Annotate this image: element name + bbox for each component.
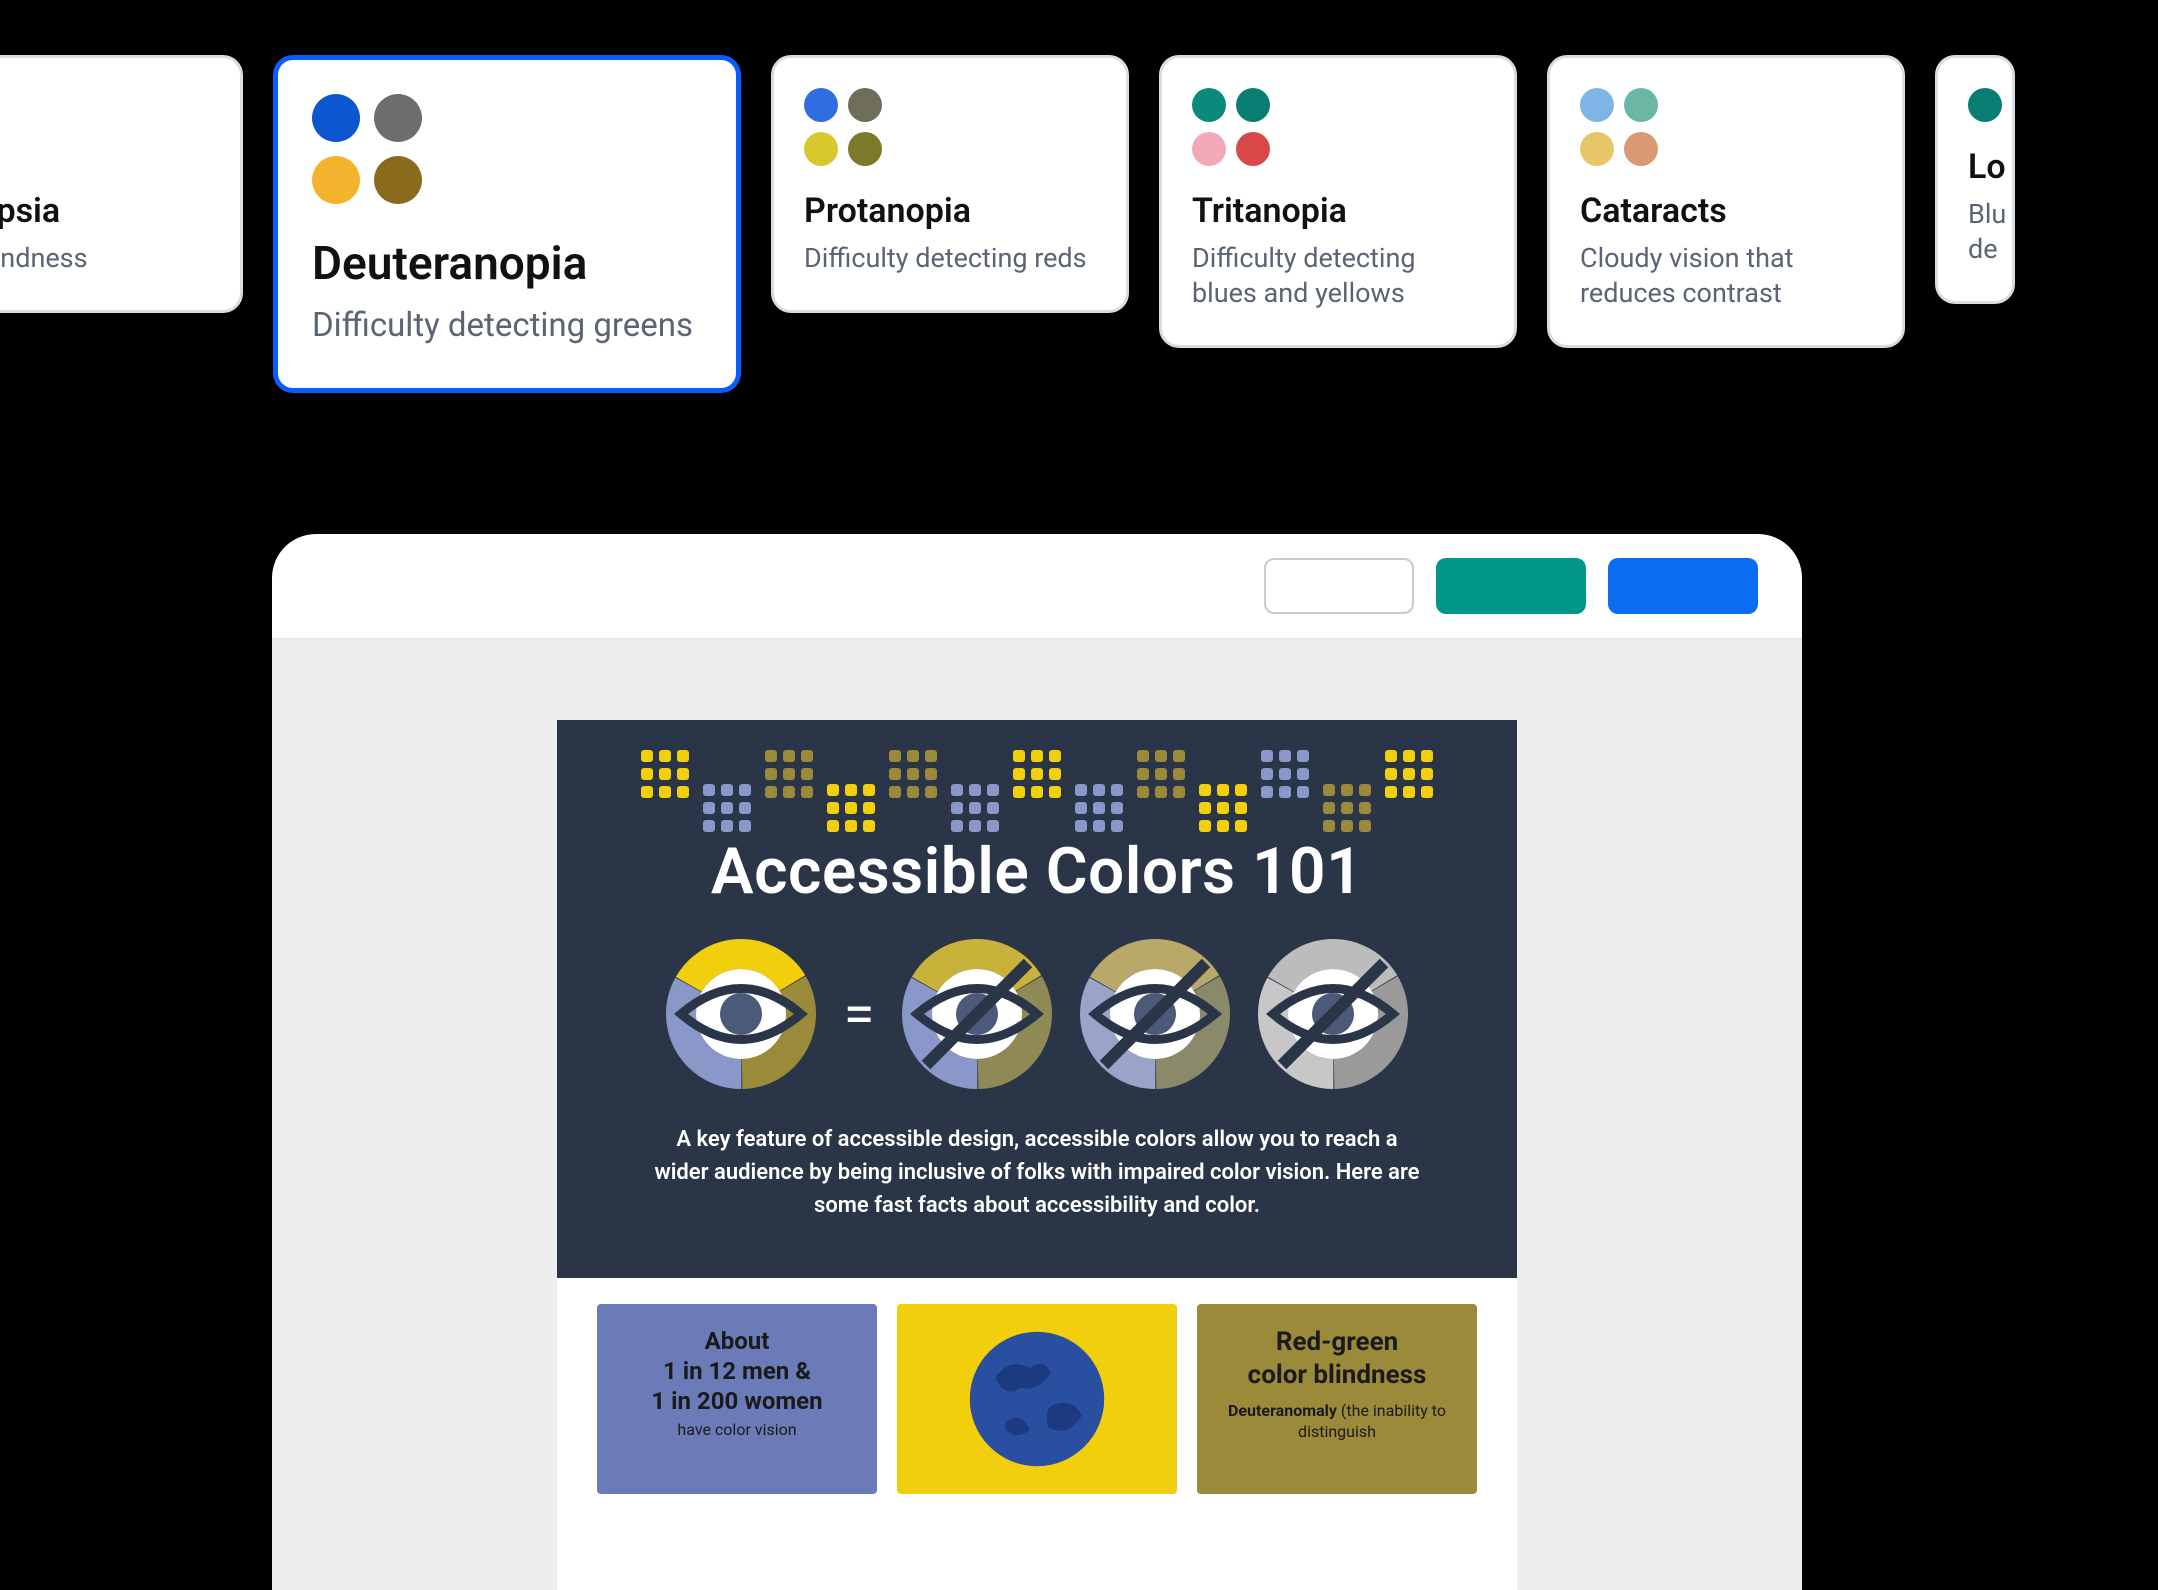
- color-ring: [902, 939, 1052, 1089]
- stat-sub: have color vision: [615, 1420, 859, 1439]
- swatch-dot: [374, 94, 422, 142]
- swatch-dot: [848, 88, 882, 122]
- preview-canvas[interactable]: Accessible Colors 101 =: [272, 640, 1802, 1590]
- filter-desc: Difficulty detecting blues and yellows: [1192, 241, 1484, 311]
- filter-desc: Difficulty detecting greens: [312, 305, 702, 348]
- globe-icon: [967, 1329, 1107, 1469]
- swatch-group: [312, 94, 424, 204]
- stat-line-2: 1 in 12 men &: [663, 1357, 811, 1385]
- filter-desc: Cloudy vision that reduces contrast: [1580, 241, 1872, 311]
- filter-card-cataracts[interactable]: Cataracts Cloudy vision that reduces con…: [1547, 55, 1905, 348]
- swatch-group: [804, 88, 884, 166]
- banner-block: [1075, 784, 1123, 832]
- vision-filter-strip: Achromatopsia omplete color ndness Deute…: [0, 55, 2015, 393]
- color-ring: [666, 939, 816, 1089]
- banner-block: [1261, 750, 1309, 798]
- eye-slash-icon: [1258, 939, 1408, 1089]
- toolbar-button-teal[interactable]: [1436, 558, 1586, 614]
- banner-block: [1137, 750, 1185, 798]
- filter-title: Deuteranopia: [312, 238, 702, 291]
- stat-line-3: 1 in 200 women: [651, 1387, 822, 1415]
- swatch-dot: [1968, 88, 2002, 122]
- banner-block: [889, 750, 937, 798]
- filter-card-lowvision[interactable]: Lo Blu de: [1935, 55, 2015, 304]
- eye-slash-icon: [1080, 939, 1230, 1089]
- filter-title: Cataracts: [1580, 192, 1872, 231]
- swatch-dot: [1236, 132, 1270, 166]
- tile-row: About 1 in 12 men & 1 in 200 women have …: [557, 1278, 1517, 1494]
- banner-block: [827, 784, 875, 832]
- banner-block: [765, 750, 813, 798]
- filter-title: Lo: [1968, 148, 2012, 187]
- eye-slash-icon: [902, 939, 1052, 1089]
- swatch-dot: [1192, 132, 1226, 166]
- filter-title: Tritanopia: [1192, 192, 1484, 231]
- filter-card-protanopia[interactable]: Protanopia Difficulty detecting reds: [771, 55, 1129, 313]
- infographic-title: Accessible Colors 101: [597, 834, 1477, 909]
- swatch-group: [1968, 88, 2015, 122]
- swatch-dot: [848, 132, 882, 166]
- filter-title: Protanopia: [804, 192, 1096, 231]
- swatch-dot: [374, 156, 422, 204]
- infographic-hero: Accessible Colors 101 =: [557, 720, 1517, 1278]
- swatch-dot: [1192, 88, 1226, 122]
- tile-redgreen: Red-green color blindness Deuteranomaly …: [1197, 1304, 1477, 1494]
- swatch-dot: [1624, 132, 1658, 166]
- toolbar-button-outline[interactable]: [1264, 558, 1414, 614]
- banner-block: [1323, 784, 1371, 832]
- swatch-dot: [804, 88, 838, 122]
- swatch-dot: [1580, 88, 1614, 122]
- banner-block: [1385, 750, 1433, 798]
- swatch-dot: [1236, 88, 1270, 122]
- filter-card-tritanopia[interactable]: Tritanopia Difficulty detecting blues an…: [1159, 55, 1517, 348]
- filter-desc: omplete color ndness: [0, 241, 210, 276]
- toolbar-button-blue[interactable]: [1608, 558, 1758, 614]
- color-ring: [1080, 939, 1230, 1089]
- swatch-dot: [312, 156, 360, 204]
- rg-body: Deuteranomaly (the inability to distingu…: [1215, 1401, 1459, 1443]
- filter-title: Achromatopsia: [0, 192, 210, 231]
- color-ring: [1258, 939, 1408, 1089]
- preview-toolbar: [272, 534, 1802, 640]
- stat-line-1: About: [705, 1327, 770, 1355]
- filter-desc: Difficulty detecting reds: [804, 241, 1096, 276]
- banner-block: [641, 750, 689, 798]
- infographic: Accessible Colors 101 =: [557, 720, 1517, 1590]
- swatch-dot: [312, 94, 360, 142]
- eye-icon: [666, 939, 816, 1089]
- swatch-group: [1580, 88, 1660, 166]
- dot-banner: [597, 750, 1477, 798]
- banner-block: [951, 784, 999, 832]
- banner-block: [703, 784, 751, 832]
- banner-block: [1199, 784, 1247, 832]
- infographic-intro: A key feature of accessible design, acce…: [647, 1123, 1427, 1222]
- swatch-group: [1192, 88, 1272, 166]
- filter-card-achromatopsia[interactable]: Achromatopsia omplete color ndness: [0, 55, 243, 313]
- swatch-dot: [804, 132, 838, 166]
- tile-globe: [897, 1304, 1177, 1494]
- tile-stat: About 1 in 12 men & 1 in 200 women have …: [597, 1304, 877, 1494]
- rg-line-2: color blindness: [1248, 1360, 1427, 1390]
- preview-window: Accessible Colors 101 =: [272, 534, 1802, 1590]
- banner-block: [1013, 750, 1061, 798]
- filter-desc: Blu de: [1968, 197, 2012, 267]
- ring-row: =: [597, 939, 1477, 1089]
- rg-line-1: Red-green: [1276, 1327, 1398, 1357]
- equals-icon: =: [844, 981, 875, 1047]
- swatch-dot: [1580, 132, 1614, 166]
- filter-card-deuteranopia[interactable]: Deuteranopia Difficulty detecting greens: [273, 55, 741, 393]
- swatch-dot: [1624, 88, 1658, 122]
